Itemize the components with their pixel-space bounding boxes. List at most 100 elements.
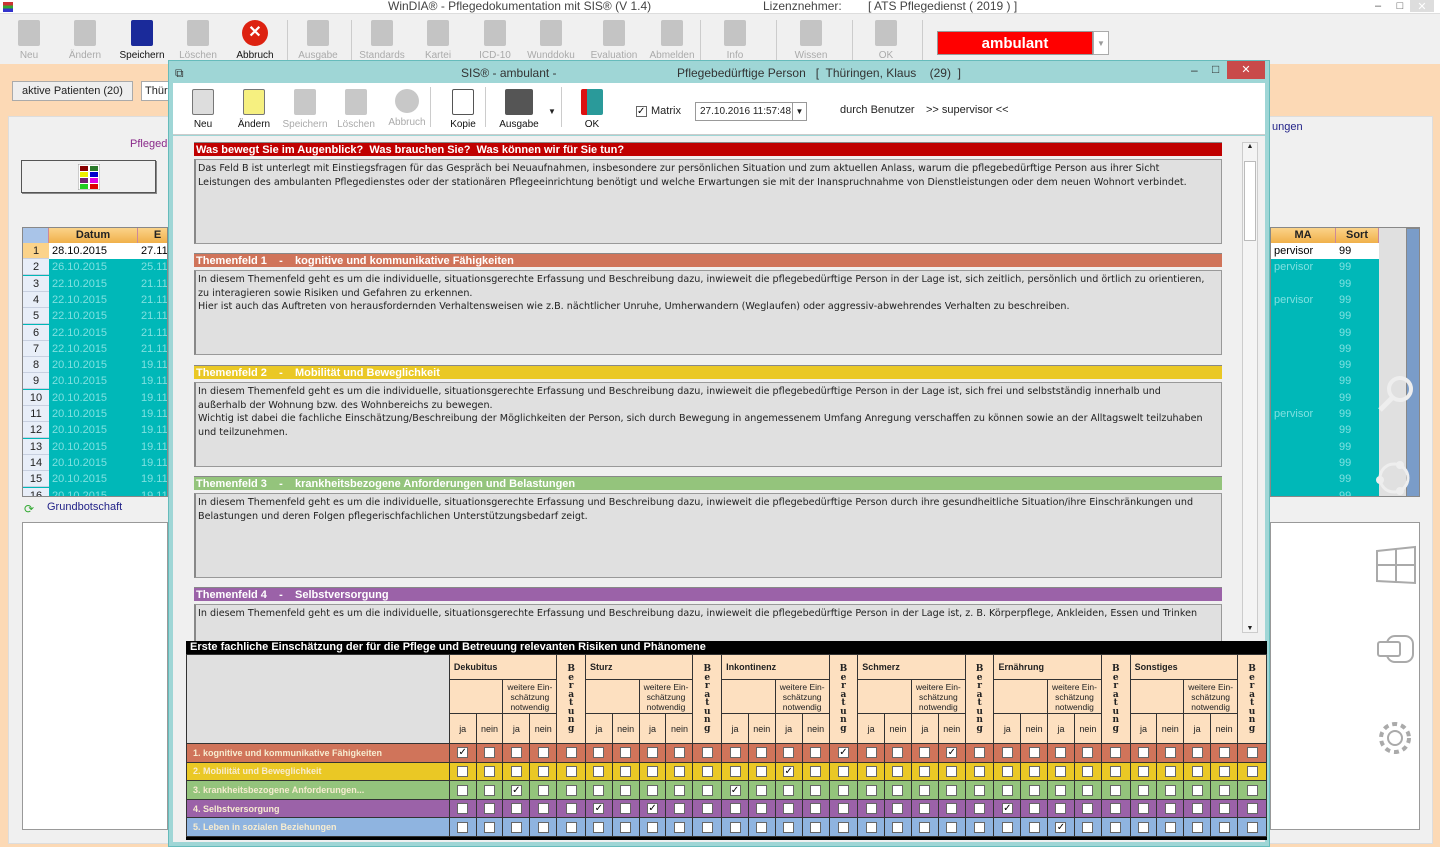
matrix-checkbox[interactable]: [1164, 747, 1176, 759]
matrix-checkbox[interactable]: [593, 747, 605, 759]
matrix-checkbox[interactable]: [483, 803, 495, 815]
dialog-button-ändern[interactable]: Ändern: [228, 89, 280, 130]
matrix-checkbox[interactable]: [892, 821, 904, 833]
matrix-checkbox[interactable]: [1191, 821, 1203, 833]
table-row[interactable]: 7 22.10.2015 21.11: [23, 340, 167, 357]
matrix-checkbox[interactable]: [673, 803, 685, 815]
matrix-checkbox[interactable]: [729, 821, 741, 833]
matrix-checkbox[interactable]: [919, 747, 931, 759]
matrix-checkbox[interactable]: [483, 821, 495, 833]
matrix-checkbox[interactable]: [974, 747, 986, 759]
matrix-checkbox[interactable]: [510, 765, 522, 777]
matrix-checkbox[interactable]: [565, 747, 577, 759]
toolbar-button-ok[interactable]: OK: [858, 20, 914, 61]
matrix-checkbox[interactable]: ✓: [1001, 803, 1013, 815]
matrix-checkbox[interactable]: [701, 821, 713, 833]
matrix-checkbox[interactable]: [1082, 821, 1094, 833]
table-row[interactable]: 8 20.10.2015 19.11: [23, 357, 167, 374]
chevron-down-icon[interactable]: ▼: [792, 103, 806, 120]
toolbar-button-wunddoku[interactable]: Wunddoku: [523, 20, 579, 61]
mode-select[interactable]: ambulant: [937, 31, 1093, 55]
dialog-maximize-button[interactable]: □: [1212, 62, 1219, 76]
color-matrix-button[interactable]: [21, 160, 156, 193]
matrix-checkbox[interactable]: [457, 821, 469, 833]
matrix-checkbox[interactable]: [865, 821, 877, 833]
scroll-down-icon[interactable]: ▼: [1243, 625, 1257, 632]
minimize-button[interactable]: –: [1366, 0, 1390, 12]
matrix-checkbox[interactable]: [1164, 803, 1176, 815]
table-row[interactable]: 5 22.10.2015 21.11: [23, 308, 167, 325]
matrix-checkbox[interactable]: [483, 747, 495, 759]
toolbar-button-wissen[interactable]: Wissen: [783, 20, 839, 61]
matrix-checkbox[interactable]: [673, 747, 685, 759]
table-row[interactable]: 11 20.10.2015 19.11: [23, 406, 167, 422]
matrix-checkbox[interactable]: [647, 784, 659, 796]
matrix-checkbox[interactable]: [810, 803, 822, 815]
matrix-checkbox[interactable]: [647, 821, 659, 833]
matrix-checkbox[interactable]: [837, 821, 849, 833]
date-select[interactable]: 27.10.2016 11:57:48 ▼: [695, 102, 807, 121]
matrix-checkbox[interactable]: ✓: [1055, 821, 1067, 833]
toolbar-button-speichern[interactable]: Speichern: [114, 20, 170, 61]
search-icon[interactable]: [1376, 374, 1416, 414]
matrix-checkbox[interactable]: [1110, 821, 1122, 833]
table-row[interactable]: 1 28.10.2015 27.11: [23, 243, 167, 259]
matrix-checkbox[interactable]: [620, 765, 632, 777]
matrix-checkbox[interactable]: [1164, 784, 1176, 796]
matrix-checkbox[interactable]: [810, 747, 822, 759]
grundbotschaft-link[interactable]: Grundbotschaft: [47, 501, 122, 513]
matrix-checkbox[interactable]: [783, 784, 795, 796]
gear-icon[interactable]: [1375, 718, 1415, 758]
matrix-checkbox[interactable]: [1082, 765, 1094, 777]
scroll-thumb[interactable]: [1244, 161, 1256, 241]
matrix-checkbox[interactable]: [565, 821, 577, 833]
column-header[interactable]: Sort: [1336, 228, 1379, 243]
devices-icon[interactable]: [1375, 633, 1417, 665]
section-text[interactable]: In diesem Themenfeld geht es um die indi…: [194, 493, 1222, 578]
matrix-checkbox[interactable]: [1110, 803, 1122, 815]
matrix-checkbox[interactable]: [1001, 747, 1013, 759]
dialog-button-abbruch[interactable]: Abbruch: [381, 89, 433, 128]
dialog-button-kopie[interactable]: Kopie: [437, 89, 489, 130]
matrix-checkbox[interactable]: [1191, 765, 1203, 777]
matrix-checkbox[interactable]: [974, 784, 986, 796]
matrix-checkbox[interactable]: [729, 747, 741, 759]
matrix-checkbox[interactable]: [1110, 765, 1122, 777]
matrix-checkbox[interactable]: [510, 821, 522, 833]
maximize-button[interactable]: □: [1388, 0, 1412, 12]
matrix-checkbox[interactable]: [483, 784, 495, 796]
matrix-checkbox[interactable]: [593, 821, 605, 833]
matrix-checkbox[interactable]: [837, 784, 849, 796]
matrix-checkbox[interactable]: ✓: [946, 747, 958, 759]
matrix-checkbox[interactable]: [673, 821, 685, 833]
active-patients-button[interactable]: aktive Patienten (20): [12, 81, 133, 101]
matrix-checkbox[interactable]: [620, 747, 632, 759]
table-row[interactable]: 99: [1271, 471, 1379, 487]
matrix-checkbox[interactable]: [537, 821, 549, 833]
matrix-checkbox[interactable]: [701, 803, 713, 815]
matrix-checkbox[interactable]: ✓: [457, 747, 469, 759]
matrix-checkbox[interactable]: [620, 784, 632, 796]
matrix-checkbox[interactable]: [1028, 784, 1040, 796]
matrix-checkbox[interactable]: [647, 765, 659, 777]
matrix-checkbox[interactable]: [537, 784, 549, 796]
select-all-corner[interactable]: [23, 228, 49, 243]
matrix-checkbox[interactable]: [865, 784, 877, 796]
matrix-checkbox[interactable]: [783, 747, 795, 759]
table-row[interactable]: 99: [1271, 455, 1379, 471]
matrix-checkbox[interactable]: [620, 803, 632, 815]
matrix-checkbox[interactable]: [1110, 747, 1122, 759]
matrix-checkbox[interactable]: [483, 765, 495, 777]
matrix-checkbox[interactable]: [537, 803, 549, 815]
matrix-checkbox[interactable]: [1246, 747, 1258, 759]
toolbar-button-neu[interactable]: Neu: [1, 20, 57, 61]
matrix-checkbox[interactable]: [565, 784, 577, 796]
matrix-checkbox[interactable]: [673, 784, 685, 796]
toolbar-button-löschen[interactable]: Löschen: [170, 20, 226, 61]
matrix-checkbox[interactable]: [1055, 747, 1067, 759]
matrix-checkbox[interactable]: [510, 747, 522, 759]
matrix-checkbox[interactable]: [647, 747, 659, 759]
matrix-checkbox[interactable]: [865, 803, 877, 815]
matrix-checkbox[interactable]: [974, 765, 986, 777]
matrix-checkbox[interactable]: [1137, 821, 1149, 833]
